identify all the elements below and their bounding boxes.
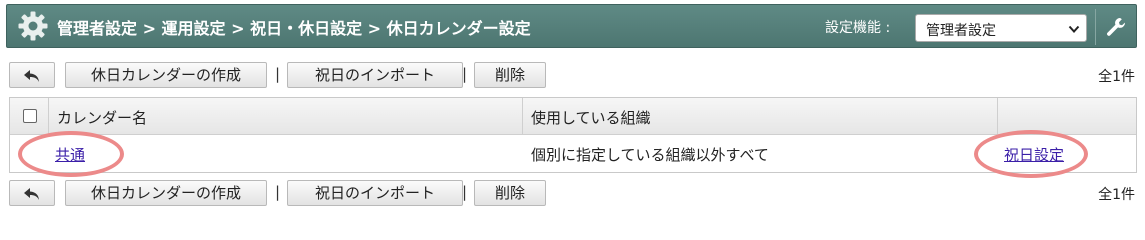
- toolbar-separator: |: [462, 65, 468, 83]
- breadcrumb: 管理者設定 > 運用設定 > 祝日・休日設定 > 休日カレンダー設定: [57, 19, 531, 38]
- organization-cell: 個別に指定している組織以外すべて: [531, 146, 769, 164]
- create-calendar-button[interactable]: 休日カレンダーの作成: [65, 180, 267, 206]
- column-header-organization: 使用している組織: [531, 109, 651, 127]
- back-button[interactable]: [9, 180, 55, 206]
- total-count: 全1件: [1098, 187, 1135, 203]
- calendar-table: カレンダー名 使用している組織 共通 個別に指定している組織以外すべて 祝日設定: [9, 97, 1137, 173]
- column-header-calendar-name: カレンダー名: [57, 109, 148, 127]
- chevron-down-icon: [1068, 23, 1080, 35]
- toolbar-separator: |: [275, 65, 281, 83]
- import-holidays-button[interactable]: 祝日のインポート: [287, 62, 463, 88]
- column-divider: [522, 98, 523, 135]
- delete-button[interactable]: 削除: [474, 62, 546, 88]
- function-select[interactable]: 管理者設定: [915, 14, 1087, 42]
- create-calendar-button[interactable]: 休日カレンダーの作成: [65, 62, 267, 88]
- toolbar-bottom: 休日カレンダーの作成 | 祝日のインポート | 削除 全1件: [9, 180, 1137, 206]
- column-divider: [997, 98, 998, 135]
- holiday-settings-link[interactable]: 祝日設定: [1004, 144, 1064, 165]
- table-header: カレンダー名 使用している組織: [10, 98, 1136, 135]
- back-arrow-icon: [24, 70, 39, 82]
- back-arrow-icon: [24, 188, 39, 200]
- tool-settings-button[interactable]: [1095, 9, 1134, 45]
- wrench-icon: [1107, 18, 1126, 36]
- toolbar-separator: |: [462, 183, 468, 201]
- import-holidays-button[interactable]: 祝日のインポート: [287, 180, 463, 206]
- toolbar-separator: |: [275, 183, 281, 201]
- back-button[interactable]: [9, 62, 55, 88]
- select-all-checkbox[interactable]: [23, 109, 37, 123]
- function-select-value: 管理者設定: [926, 23, 996, 39]
- page-header: 管理者設定 > 運用設定 > 祝日・休日設定 > 休日カレンダー設定 設定機能 …: [6, 4, 1137, 48]
- column-divider: [48, 98, 49, 135]
- toolbar-top: 休日カレンダーの作成 | 祝日のインポート | 削除 全1件: [9, 62, 1137, 88]
- delete-button[interactable]: 削除: [474, 180, 546, 206]
- function-label: 設定機能 :: [825, 20, 891, 36]
- calendar-name-link[interactable]: 共通: [55, 144, 85, 165]
- gear-icon: [17, 10, 49, 42]
- total-count: 全1件: [1098, 69, 1135, 85]
- table-row: 共通 個別に指定している組織以外すべて 祝日設定: [10, 135, 1136, 172]
